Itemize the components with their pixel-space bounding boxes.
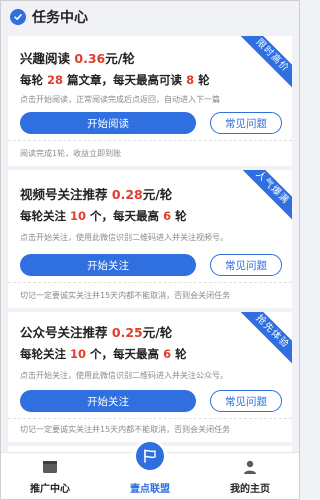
tab-label: 推广中心 — [30, 484, 70, 495]
divider — [8, 418, 292, 419]
task-footnote: 切记一定要诚实关注并15天内都不能取消，否则会关闭任务 — [20, 425, 231, 434]
meta-suffix: 轮 — [175, 209, 187, 223]
tab-label: 我的主页 — [230, 484, 270, 495]
task-description: 点击开始关注，使用此微信识别二维码进入并关注视频号。 — [20, 233, 228, 242]
tab-label: 壹点联盟 — [130, 484, 170, 495]
task-price: 0.28 — [111, 187, 143, 202]
task-name: 公众号关注推荐 — [20, 325, 108, 340]
meta-count: 28 — [47, 73, 64, 87]
window-icon — [41, 458, 59, 476]
task-footnote: 切记一定要诚实关注并15天内都不能取消，否则会关闭任务 — [20, 291, 231, 300]
meta-mid: 个，每天最高 — [90, 347, 160, 361]
meta-max: 6 — [163, 209, 172, 223]
ribbon-badge: 抢先体验 — [236, 312, 292, 368]
faq-button[interactable]: 常见问题 — [210, 390, 282, 412]
task-card-reading: 限时高价 兴趣阅读 0.36元/轮 每轮 28 篇文章，每天最高可读 8 轮 点… — [8, 36, 292, 166]
task-title: 视频号关注推荐 0.28元/轮 — [20, 184, 172, 203]
task-meta: 每轮关注 10 个，每天最高 6 轮 — [20, 208, 187, 224]
meta-max: 6 — [163, 347, 172, 361]
meta-count: 10 — [70, 209, 87, 223]
task-meta: 每轮 28 篇文章，每天最高可读 8 轮 — [20, 72, 210, 88]
task-price-unit: 元/轮 — [142, 325, 173, 340]
task-price: 0.36 — [74, 51, 106, 66]
start-follow-button[interactable]: 开始关注 — [20, 254, 196, 276]
task-title: 公众号关注推荐 0.25元/轮 — [20, 322, 172, 341]
task-card-account-follow: 抢先体验 公众号关注推荐 0.25元/轮 每轮关注 10 个，每天最高 6 轮 … — [8, 312, 292, 442]
divider — [8, 140, 292, 141]
task-description: 点击开始阅读，正常阅读完成后点返回，自动进入下一篇 — [20, 95, 220, 104]
ribbon-badge: 限时高价 — [236, 36, 292, 92]
meta-suffix: 轮 — [175, 347, 187, 361]
page-title: 任务中心 — [32, 10, 88, 26]
faq-button[interactable]: 常见问题 — [210, 112, 282, 134]
divider — [8, 282, 292, 283]
task-price-unit: 元/轮 — [142, 187, 173, 202]
bottom-tab-bar: 推广中心 壹点联盟 我的主页 — [0, 439, 300, 500]
task-price-unit: 元/轮 — [105, 51, 135, 66]
task-meta: 每轮关注 10 个，每天最高 6 轮 — [20, 346, 187, 362]
meta-mid: 篇文章，每天最高可读 — [67, 73, 183, 87]
meta-prefix: 每轮 — [20, 73, 43, 87]
meta-prefix: 每轮关注 — [20, 347, 66, 361]
page-header: 任务中心 — [0, 0, 300, 34]
task-price: 0.25 — [111, 325, 143, 340]
flag-icon — [133, 439, 167, 473]
task-name: 兴趣阅读 — [20, 51, 71, 66]
meta-max: 8 — [186, 73, 195, 87]
task-card-video-follow: 人气爆满 视频号关注推荐 0.28元/轮 每轮关注 10 个，每天最高 6 轮 … — [8, 170, 292, 308]
tab-my-home[interactable]: 我的主页 — [200, 453, 300, 500]
check-circle-icon — [10, 9, 26, 25]
meta-count: 10 — [70, 347, 87, 361]
task-title: 兴趣阅读 0.36元/轮 — [20, 48, 135, 67]
start-reading-button[interactable]: 开始阅读 — [20, 112, 196, 134]
faq-button[interactable]: 常见问题 — [210, 254, 282, 276]
user-icon — [241, 458, 259, 476]
meta-suffix: 轮 — [198, 73, 210, 87]
ribbon-badge: 人气爆满 — [236, 170, 292, 224]
task-description: 点击开始关注，使用此微信识别二维码进入并关注公众号。 — [20, 371, 228, 380]
task-name: 视频号关注推荐 — [20, 187, 108, 202]
tab-alliance[interactable]: 壹点联盟 — [100, 439, 200, 500]
meta-mid: 个，每天最高 — [90, 209, 160, 223]
tab-promotion-center[interactable]: 推广中心 — [0, 453, 100, 500]
meta-prefix: 每轮关注 — [20, 209, 66, 223]
task-footnote: 阅读完成1轮，收益立即到账 — [20, 149, 122, 158]
start-follow-button[interactable]: 开始关注 — [20, 390, 196, 412]
